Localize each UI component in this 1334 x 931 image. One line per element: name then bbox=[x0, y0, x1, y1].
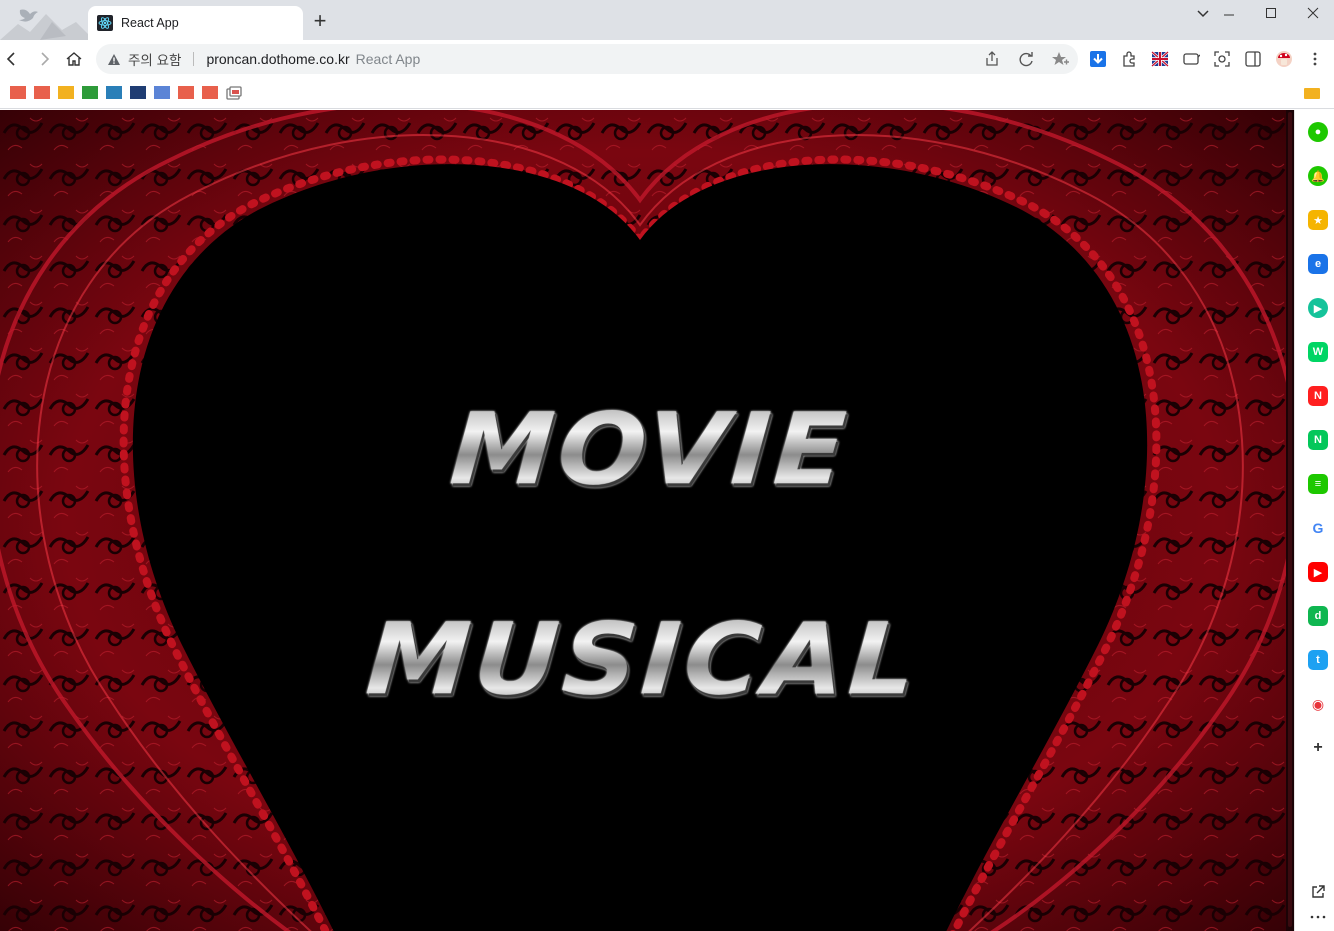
omnibox-divider bbox=[193, 52, 195, 66]
page-content: MOVIE MUSICAL bbox=[0, 110, 1286, 931]
bookmark-folder-icon[interactable] bbox=[202, 86, 218, 99]
whale-logo-icon bbox=[0, 0, 90, 40]
back-button[interactable] bbox=[0, 47, 24, 71]
bookmark-folder-icon[interactable] bbox=[34, 86, 50, 99]
new-tab-button[interactable]: + bbox=[309, 10, 331, 32]
warning-icon[interactable] bbox=[106, 51, 122, 67]
download-icon[interactable] bbox=[1086, 47, 1110, 71]
play-icon[interactable]: ▶ bbox=[1308, 298, 1328, 318]
bookmarks-bar bbox=[0, 78, 1334, 109]
page-scrollbar[interactable] bbox=[1286, 110, 1294, 931]
hero-title-musical: MUSICAL bbox=[0, 601, 1286, 717]
url-text[interactable]: proncan.dothome.co.kr bbox=[206, 51, 349, 67]
bookmark-folder-icon[interactable] bbox=[130, 86, 146, 99]
profile-avatar-icon[interactable] bbox=[1272, 47, 1296, 71]
language-flag-icon[interactable] bbox=[1148, 47, 1172, 71]
share-icon[interactable] bbox=[980, 47, 1004, 71]
tab-title: React App bbox=[121, 16, 179, 30]
side-panel: ● 🔔 ★ e ▶ W N N ≡ G ▶ d t ◉ + bbox=[1294, 110, 1334, 931]
capture-icon[interactable] bbox=[1210, 47, 1234, 71]
extensions-puzzle-icon[interactable] bbox=[1117, 47, 1141, 71]
bookmark-app-icon[interactable] bbox=[226, 86, 242, 105]
add-icon[interactable]: + bbox=[1308, 738, 1328, 758]
bookmark-folder-icon[interactable] bbox=[106, 86, 122, 99]
menu-kebab-icon[interactable] bbox=[1303, 47, 1327, 71]
hero-title-movie: MOVIE bbox=[0, 391, 1286, 507]
now-icon[interactable]: N bbox=[1308, 386, 1328, 406]
home-button[interactable] bbox=[62, 47, 86, 71]
notification-icon[interactable]: 🔔 bbox=[1308, 166, 1328, 186]
youtube-icon[interactable]: ▶ bbox=[1308, 562, 1328, 582]
video-icon[interactable] bbox=[1179, 47, 1203, 71]
maximize-button[interactable] bbox=[1250, 0, 1292, 26]
bookmark-star-icon[interactable] bbox=[1048, 47, 1072, 71]
naver-talk-icon[interactable]: ● bbox=[1308, 122, 1328, 142]
react-favicon-icon bbox=[97, 15, 113, 31]
forward-button[interactable] bbox=[32, 47, 56, 71]
bookmark-folder-icon[interactable] bbox=[154, 86, 170, 99]
twitter-icon[interactable]: t bbox=[1308, 650, 1328, 670]
other-bookmarks-folder-icon[interactable] bbox=[1304, 86, 1320, 99]
close-button[interactable] bbox=[1292, 0, 1334, 26]
heart-frame-background bbox=[0, 110, 1286, 931]
edge-icon[interactable]: e bbox=[1308, 254, 1328, 274]
bookmark-folder-icon[interactable] bbox=[82, 86, 98, 99]
record-icon[interactable]: ◉ bbox=[1308, 694, 1328, 714]
bookmark-folder-icon[interactable] bbox=[10, 86, 26, 99]
memo-icon[interactable]: ≡ bbox=[1308, 474, 1328, 494]
more-dots-icon[interactable] bbox=[1308, 907, 1328, 927]
bookmark-folder-icon[interactable] bbox=[178, 86, 194, 99]
page-title-hint: React App bbox=[355, 51, 421, 67]
sidebar-toggle-icon[interactable] bbox=[1241, 47, 1265, 71]
tab-strip: React App + bbox=[0, 0, 1334, 40]
security-label[interactable]: 주의 요함 bbox=[128, 49, 181, 69]
dict-icon[interactable]: d bbox=[1308, 606, 1328, 626]
google-icon[interactable]: G bbox=[1308, 518, 1328, 538]
open-external-icon[interactable] bbox=[1308, 882, 1328, 902]
bookmark-folder-icon[interactable] bbox=[58, 86, 74, 99]
toolbar: 주의 요함 proncan.dothome.co.kr React App bbox=[0, 40, 1334, 78]
active-tab[interactable]: React App bbox=[88, 6, 303, 40]
favorites-icon[interactable]: ★ bbox=[1308, 210, 1328, 230]
scrollbar-thumb[interactable] bbox=[1288, 112, 1292, 927]
minimize-button[interactable] bbox=[1208, 0, 1250, 26]
naver-icon[interactable]: N bbox=[1308, 430, 1328, 450]
webtoon-icon[interactable]: W bbox=[1308, 342, 1328, 362]
translate-icon[interactable] bbox=[1014, 47, 1038, 71]
address-bar[interactable]: 주의 요함 proncan.dothome.co.kr React App bbox=[96, 44, 1078, 74]
